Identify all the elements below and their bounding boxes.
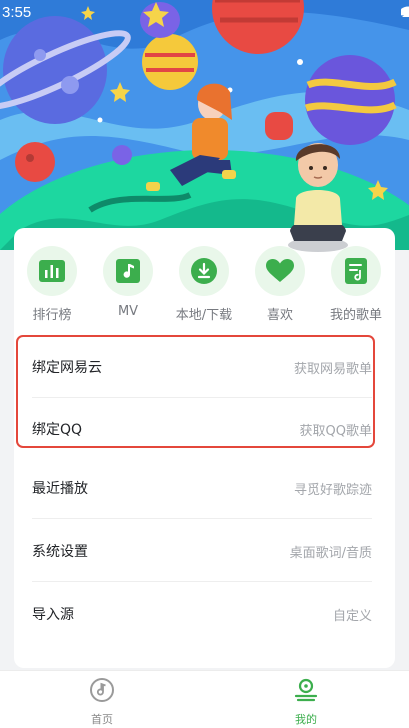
menu-item-import-source[interactable]: 导入源 自定义 [32, 582, 372, 644]
quick-action-favorites[interactable]: 喜欢 [242, 246, 318, 326]
menu-item-hint: 获取网易歌单 [293, 362, 372, 377]
nav-label: 首页 [91, 713, 113, 726]
playlist-icon [345, 258, 367, 284]
user-icon [294, 678, 318, 702]
avatar-figure [288, 143, 348, 252]
menu-item-bind-netease[interactable]: 绑定网易云 获取网易歌单 [32, 335, 372, 398]
menu-item-system-settings[interactable]: 系统设置 桌面歌词/音质 [32, 519, 372, 582]
menu-item-hint: 获取QQ歌单 [299, 424, 372, 439]
menu-item-title: 最近播放 [32, 481, 88, 497]
nav-mine[interactable]: 我的 [266, 677, 346, 727]
quick-action-local-download[interactable]: 本地/下载 [166, 246, 242, 326]
quick-action-circle [331, 246, 381, 296]
nav-label: 我的 [295, 713, 317, 726]
menu-item-recent-plays[interactable]: 最近播放 寻觅好歌踪迹 [32, 456, 372, 519]
quick-action-circle [103, 246, 153, 296]
disc-icon [90, 678, 114, 702]
quick-action-my-playlists[interactable]: 我的歌单 [318, 246, 394, 326]
battery-icon [401, 9, 406, 16]
menu-item-title: 系统设置 [32, 544, 88, 560]
quick-actions: 排行榜 MV 本地/下载 喜欢 我的歌单 [14, 246, 395, 326]
quick-action-charts[interactable]: 排行榜 [14, 246, 90, 326]
quick-action-circle [27, 246, 77, 296]
avatar[interactable] [282, 135, 354, 253]
quick-action-label: 我的歌单 [329, 308, 382, 323]
menu-item-hint: 寻觅好歌踪迹 [293, 483, 372, 498]
quick-action-label: 喜欢 [266, 308, 293, 323]
menu-item-title: 绑定网易云 [32, 360, 102, 376]
quick-action-label: 本地/下载 [175, 308, 233, 323]
quick-action-circle [179, 246, 229, 296]
quick-action-circle [255, 246, 305, 296]
profile-card: 排行榜 MV 本地/下载 喜欢 我的歌单 绑定网易云 获取网易歌单 绑定QQ 获… [14, 228, 395, 668]
music-note-icon [116, 259, 140, 283]
heart-icon [266, 259, 294, 282]
chart-bars-icon [39, 260, 65, 282]
menu-item-hint: 自定义 [332, 609, 372, 624]
quick-action-label: MV [117, 304, 139, 319]
quick-action-mv[interactable]: MV [90, 246, 166, 326]
menu-item-bind-qq[interactable]: 绑定QQ 获取QQ歌单 [32, 397, 372, 459]
menu-item-title: 绑定QQ [32, 422, 83, 438]
menu-item-hint: 桌面歌词/音质 [289, 546, 372, 561]
nav-home[interactable]: 首页 [62, 677, 142, 727]
bottom-nav: 首页 我的 [0, 670, 409, 728]
status-time: 3:55 [2, 4, 32, 21]
download-icon [191, 258, 217, 284]
status-bar: 3:55 [0, 0, 409, 26]
quick-action-label: 排行榜 [32, 308, 72, 323]
menu-item-title: 导入源 [32, 607, 74, 623]
